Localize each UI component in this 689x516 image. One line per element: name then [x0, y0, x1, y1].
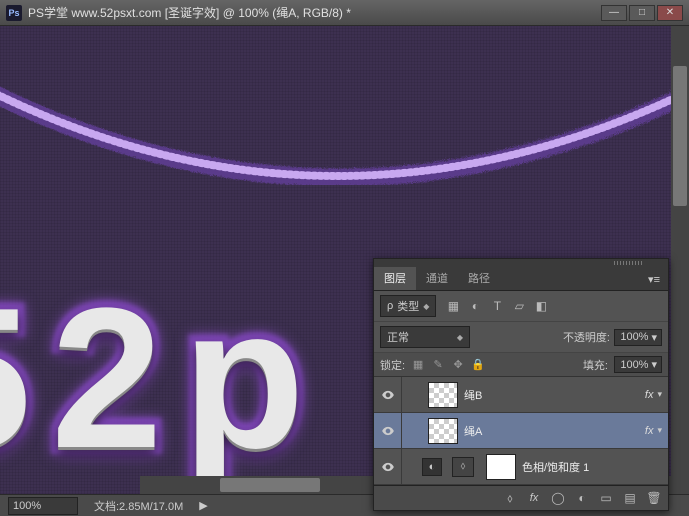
fx-badge[interactable]: fx [645, 425, 654, 437]
titlebar: Ps PS学堂 www.52psxt.com [圣诞字效] @ 100% (绳A… [0, 0, 689, 26]
layer-row[interactable]: ◐ ⬨ 色相/饱和度 1 [374, 449, 668, 485]
rope-artwork [0, 26, 671, 246]
text-artwork: 5 2 p [0, 264, 305, 494]
adjustment-layer-icon[interactable]: ◐ [574, 490, 590, 506]
tab-channels[interactable]: 通道 [416, 266, 458, 290]
zoom-field[interactable]: 100% [8, 497, 78, 515]
layer-name[interactable]: 绳A [464, 423, 645, 439]
layer-row[interactable]: 绳B fx ▾ [374, 377, 668, 413]
opacity-field[interactable]: 100%▾ [614, 329, 662, 346]
chevron-down-icon[interactable]: ▾ [657, 425, 662, 436]
layer-name[interactable]: 色相/饱和度 1 [522, 459, 668, 475]
visibility-toggle[interactable] [374, 413, 402, 448]
lock-position-icon[interactable]: ✥ [451, 358, 465, 372]
adjustment-icon: ◐ [422, 458, 442, 476]
close-button[interactable]: ✕ [657, 5, 683, 21]
mask-icon[interactable]: ◯ [550, 490, 566, 506]
lock-row: 锁定: ▦ ✎ ✥ 🔒 填充: 100%▾ [374, 353, 668, 377]
blend-row: 正常◆ 不透明度: 100%▾ [374, 322, 668, 353]
chevron-down-icon[interactable]: ▾ [657, 389, 662, 400]
layer-row[interactable]: 绳A fx ▾ [374, 413, 668, 449]
layer-thumbnail[interactable] [428, 418, 458, 444]
group-icon[interactable]: ▭ [598, 490, 614, 506]
window-title: PS学堂 www.52psxt.com [圣诞字效] @ 100% (绳A, R… [28, 4, 601, 21]
layers-panel: 图层 通道 路径 ▾≡ ρ类型◆ ▦ ◐ T ▱ ◧ 正常◆ 不透明度: 100… [373, 258, 669, 511]
link-icon[interactable]: ⬨ [452, 457, 474, 477]
maximize-button[interactable]: □ [629, 5, 655, 21]
layer-name[interactable]: 绳B [464, 387, 645, 403]
filter-pixel-icon[interactable]: ▦ [444, 297, 462, 315]
tab-paths[interactable]: 路径 [458, 266, 500, 290]
mask-thumbnail[interactable] [486, 454, 516, 480]
doc-size-label: 文档:2.85M/17.0M [94, 498, 183, 514]
panel-tabs: 图层 通道 路径 ▾≡ [374, 267, 668, 291]
panel-grip[interactable] [374, 259, 668, 267]
status-chevron-icon[interactable]: ▶ [199, 499, 207, 512]
fx-badge[interactable]: fx [645, 389, 654, 401]
minimize-button[interactable]: — [601, 5, 627, 21]
filter-shape-icon[interactable]: ▱ [510, 297, 528, 315]
fx-icon[interactable]: fx [526, 490, 542, 506]
layers-list: 绳B fx ▾ 绳A fx ▾ ◐ ⬨ 色相/饱和度 1 [374, 377, 668, 485]
fill-field[interactable]: 100%▾ [614, 356, 662, 373]
vertical-scrollbar[interactable] [671, 26, 689, 494]
lock-label: 锁定: [380, 357, 405, 373]
layer-thumbnail[interactable] [428, 382, 458, 408]
link-layers-icon[interactable]: ⬨ [502, 490, 518, 506]
panel-footer: ⬨ fx ◯ ◐ ▭ ▤ 🗑 [374, 485, 668, 510]
filter-row: ρ类型◆ ▦ ◐ T ▱ ◧ [374, 291, 668, 322]
tab-layers[interactable]: 图层 [374, 266, 416, 290]
lock-all-icon[interactable]: 🔒 [471, 358, 485, 372]
lock-paint-icon[interactable]: ✎ [431, 358, 445, 372]
filter-kind-select[interactable]: ρ类型◆ [380, 295, 436, 317]
visibility-toggle[interactable] [374, 377, 402, 412]
fill-label: 填充: [583, 357, 608, 373]
filter-adjust-icon[interactable]: ◐ [466, 297, 484, 315]
new-layer-icon[interactable]: ▤ [622, 490, 638, 506]
visibility-toggle[interactable] [374, 449, 402, 484]
opacity-label: 不透明度: [563, 329, 610, 345]
filter-smart-icon[interactable]: ◧ [532, 297, 550, 315]
filter-type-icon[interactable]: T [488, 297, 506, 315]
blend-mode-select[interactable]: 正常◆ [380, 326, 470, 348]
delete-icon[interactable]: 🗑 [646, 490, 662, 506]
app-icon: Ps [6, 5, 22, 21]
panel-menu-icon[interactable]: ▾≡ [640, 269, 668, 290]
lock-transparent-icon[interactable]: ▦ [411, 358, 425, 372]
